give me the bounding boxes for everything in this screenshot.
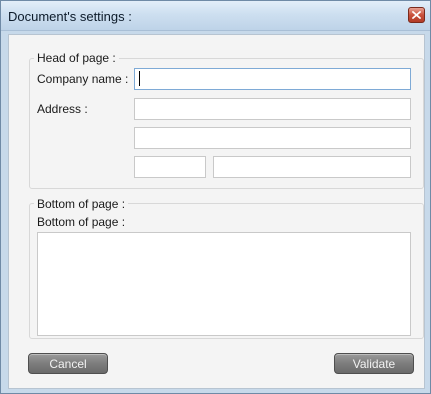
address-label: Address : bbox=[37, 102, 88, 116]
window-title: Document's settings : bbox=[8, 9, 132, 24]
close-icon bbox=[412, 11, 421, 19]
bottom-of-page-textarea[interactable] bbox=[37, 232, 411, 336]
company-name-label: Company name : bbox=[37, 72, 129, 86]
title-bar[interactable]: Document's settings : bbox=[1, 1, 430, 31]
address-line1-input[interactable] bbox=[134, 98, 411, 120]
bottom-of-page-label: Bottom of page : bbox=[37, 215, 126, 229]
head-of-page-legend: Head of page : bbox=[34, 51, 119, 65]
dialog-body: Head of page : Company name : Address : … bbox=[8, 34, 425, 389]
postal-code-input[interactable] bbox=[134, 156, 206, 178]
validate-button[interactable]: Validate bbox=[334, 353, 414, 374]
settings-dialog: Document's settings : Head of page : Com… bbox=[0, 0, 431, 394]
address-line2-input[interactable] bbox=[134, 127, 411, 149]
company-name-input[interactable] bbox=[134, 68, 411, 90]
close-button[interactable] bbox=[408, 7, 425, 23]
bottom-of-page-legend: Bottom of page : bbox=[34, 197, 129, 211]
text-caret bbox=[139, 71, 140, 86]
city-input[interactable] bbox=[213, 156, 411, 178]
cancel-button[interactable]: Cancel bbox=[28, 353, 108, 374]
